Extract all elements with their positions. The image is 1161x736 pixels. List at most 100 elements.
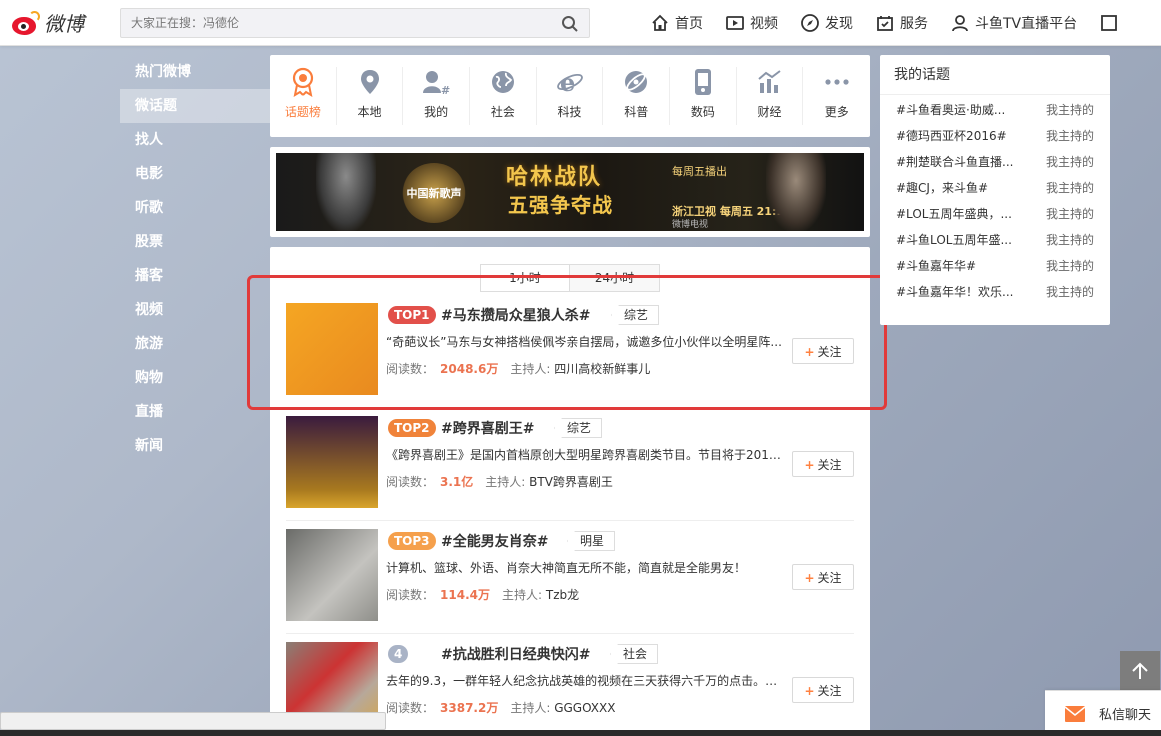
topic-title[interactable]: #跨界喜剧王# — [441, 418, 534, 438]
main-nav: 首页 视频 发现 服务 斗鱼TV直播平台 — [650, 0, 1124, 46]
topic-title[interactable]: #抗战胜利日经典快闪# — [441, 644, 590, 664]
my-topic-title[interactable]: #LOL五周年盛典，... — [896, 201, 1026, 227]
search-icon[interactable] — [561, 15, 579, 33]
banner-show-logo: 中国新歌声 — [402, 163, 466, 223]
my-topic-host-label: 我主持的 — [1045, 285, 1094, 299]
my-topic-title[interactable]: #趣CJ，来斗鱼# — [896, 175, 1026, 201]
science-icon — [625, 71, 648, 93]
my-topic-title[interactable]: #斗鱼嘉年华# — [896, 253, 1026, 279]
my-topic-host-label: 我主持的 — [1045, 259, 1094, 273]
category-bar: 话题榜 本地 # 我的 社会 e 科技 科普 数码 财经 更多 — [270, 55, 870, 137]
sidebar-item-music[interactable]: 听歌 — [120, 191, 270, 225]
my-topic-item[interactable]: #斗鱼看奥运·助威... 我主持的 — [880, 97, 1110, 123]
row-divider — [286, 633, 854, 634]
sidebar-item-find-people[interactable]: 找人 — [120, 123, 270, 157]
topic-category-tag[interactable]: 明星 — [567, 531, 616, 551]
plus-icon: + — [804, 683, 815, 698]
rank-badge: 4 — [388, 645, 409, 663]
sidebar-item-hot-weibo[interactable]: 热门微博 — [120, 55, 270, 89]
category-topic-ranking[interactable]: 话题榜 — [270, 67, 337, 125]
reads-count: 114.4万 — [440, 588, 490, 602]
location-pin-icon — [360, 70, 379, 94]
sidebar-item-movies[interactable]: 电影 — [120, 157, 270, 191]
reads-label: 阅读数： — [386, 588, 435, 602]
nav-discover[interactable]: 发现 — [800, 13, 853, 33]
my-topic-title[interactable]: #荆楚联合斗鱼直播... — [896, 149, 1026, 175]
my-topic-host-label: 我主持的 — [1045, 207, 1094, 221]
topic-thumbnail[interactable] — [286, 416, 378, 508]
topic-row: TOP2 #跨界喜剧王# 综艺 《跨界喜剧王》是国内首档原创大型明星跨界喜剧类节… — [286, 416, 854, 508]
my-topic-host-label: 我主持的 — [1045, 103, 1094, 117]
nav-messages[interactable] — [1099, 13, 1124, 33]
message-icon — [1101, 15, 1118, 31]
topic-meta: 阅读数： 3387.2万 主持人: GGGOXXX — [386, 699, 615, 716]
nav-video[interactable]: 视频 — [725, 13, 778, 33]
host-name[interactable]: BTV跨界喜剧王 — [529, 475, 613, 489]
weibo-logo[interactable]: 微博 — [10, 8, 84, 37]
user-icon — [952, 15, 968, 32]
host-label: 主持人: — [501, 588, 543, 602]
host-name[interactable]: Tzb龙 — [546, 588, 579, 602]
category-finance[interactable]: 财经 — [737, 67, 804, 125]
tech-ie-icon: e — [556, 69, 583, 95]
my-topic-title[interactable]: #斗鱼LOL五周年盛... — [896, 227, 1026, 253]
nav-home[interactable]: 首页 — [650, 13, 703, 33]
category-tech[interactable]: e 科技 — [537, 67, 604, 125]
my-topic-icon: # — [423, 71, 450, 96]
my-topic-item[interactable]: #LOL五周年盛典，... 我主持的 — [880, 201, 1110, 227]
topic-description: 计算机、篮球、外语、肖奈大神简直无所不能，简直就是全能男友！ — [386, 561, 747, 575]
follow-button[interactable]: + 关注 — [792, 564, 854, 590]
row-divider — [286, 520, 854, 521]
sidebar-item-news[interactable]: 新闻 — [120, 429, 270, 463]
promo-banner[interactable]: 中国新歌声 哈林战队 五强争夺战 每周五播出 浙江卫视 每周五 21:10 微博… — [276, 153, 864, 231]
my-topic-host-label: 我主持的 — [1045, 181, 1094, 195]
nav-service[interactable]: 服务 — [875, 13, 928, 33]
my-topic-item[interactable]: #斗鱼嘉年华！欢乐... 我主持的 — [880, 279, 1110, 305]
my-topic-title[interactable]: #德玛西亚杯2016# — [896, 123, 1026, 149]
my-topic-item[interactable]: #斗鱼嘉年华# 我主持的 — [880, 253, 1110, 279]
reads-label: 阅读数： — [386, 475, 435, 489]
topic-category-tag[interactable]: 综艺 — [554, 418, 603, 438]
plus-icon: + — [804, 457, 815, 472]
banner-brand: 微博电视 — [672, 220, 709, 230]
sidebar-item-topics[interactable]: 微话题 — [120, 89, 270, 123]
my-topic-host-label: 我主持的 — [1045, 129, 1094, 143]
follow-label: 关注 — [817, 457, 842, 472]
follow-label: 关注 — [817, 683, 842, 698]
scroll-to-top-button[interactable] — [1120, 651, 1160, 691]
rank-badge: TOP3 — [388, 532, 436, 550]
my-topic-title[interactable]: #斗鱼看奥运·助威... — [896, 97, 1026, 123]
topic-description: 去年的9.3，一群年轻人纪念抗战英雄的视频在三天获得六千万的点击。爱... — [386, 674, 786, 688]
my-topic-item[interactable]: #荆楚联合斗鱼直播... 我主持的 — [880, 149, 1110, 175]
category-science[interactable]: 科普 — [603, 67, 671, 125]
follow-button[interactable]: + 关注 — [792, 677, 854, 703]
phone-icon — [694, 69, 711, 95]
banner-slogan-line1: 哈林战队 — [506, 165, 603, 190]
reads-count: 3.1亿 — [440, 475, 474, 489]
my-topic-item[interactable]: #德玛西亚杯2016# 我主持的 — [880, 123, 1110, 149]
host-label: 主持人: — [510, 701, 551, 715]
nav-user-profile[interactable]: 斗鱼TV直播平台 — [950, 13, 1077, 33]
my-topic-item[interactable]: #趣CJ，来斗鱼# 我主持的 — [880, 175, 1110, 201]
sidebar-item-stocks[interactable]: 股票 — [120, 225, 270, 259]
banner-slogan-line2: 五强争夺战 — [508, 193, 613, 217]
category-society[interactable]: 社会 — [470, 67, 537, 125]
topic-title[interactable]: #全能男友肖奈# — [441, 531, 548, 551]
my-topic-host-label: 我主持的 — [1045, 155, 1094, 169]
search-input[interactable] — [121, 9, 541, 37]
my-topic-item[interactable]: #斗鱼LOL五周年盛... 我主持的 — [880, 227, 1110, 253]
category-digital[interactable]: 数码 — [670, 67, 737, 125]
horizontal-scrollbar[interactable] — [0, 712, 386, 730]
my-topic-title[interactable]: #斗鱼嘉年华！欢乐... — [896, 279, 1026, 305]
topic-category-tag[interactable]: 社会 — [610, 644, 659, 664]
banner-schedule-top: 每周五播出 — [672, 165, 727, 178]
home-icon — [652, 14, 668, 31]
svg-text:#: # — [441, 84, 450, 96]
category-mine[interactable]: # 我的 — [403, 67, 471, 125]
category-local[interactable]: 本地 — [337, 67, 404, 125]
category-more[interactable]: 更多 — [803, 67, 870, 125]
follow-button[interactable]: + 关注 — [792, 451, 854, 477]
topic-thumbnail[interactable] — [286, 529, 378, 621]
host-name[interactable]: GGGOXXX — [554, 701, 615, 715]
globe-icon — [491, 71, 514, 93]
